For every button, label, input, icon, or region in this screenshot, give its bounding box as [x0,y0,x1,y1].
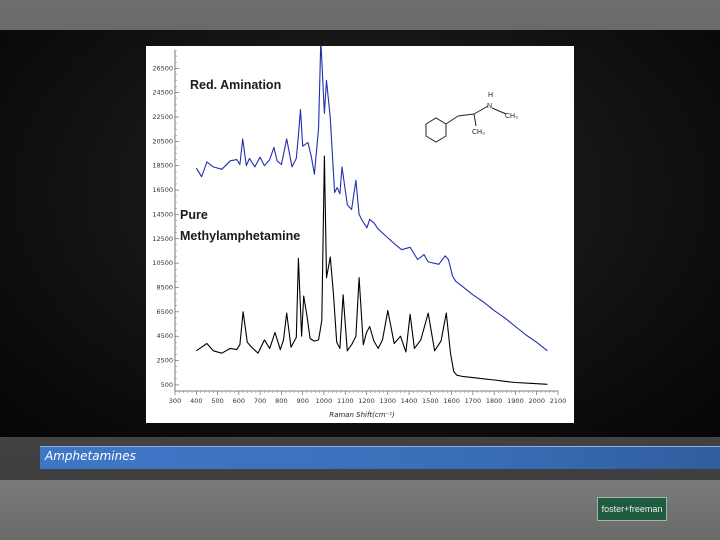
y-tick-label: 14500 [152,210,173,218]
y-tick-label: 20500 [152,137,173,145]
bond-line [491,107,507,115]
x-axis-ticks: 300 400 500 600 700 800 900 1000 1100 1200 1300 140… [169,391,566,405]
caption-bar: Amphetamines [40,446,720,469]
mol-label-ch3-right: CH₃ [505,113,518,120]
x-tick-label: 1900 [507,397,524,405]
bond-line [473,105,489,115]
y-tick-label: 28500 [152,46,173,48]
methylamphetamine-structure: H N CH₃ CH₃ [425,92,518,143]
y-tick-label: 10500 [152,259,173,267]
x-tick-label: 1200 [358,397,375,405]
company-logo: foster+freeman [597,497,667,521]
slide-caption: Amphetamines [45,449,136,463]
x-axis-label: Raman Shift(cm⁻¹) [329,411,395,419]
x-tick-label: 1800 [486,397,503,405]
y-tick-label: 12500 [152,235,173,243]
x-tick-label: 2100 [550,397,567,405]
bond-line [445,115,459,125]
y-tick-label: 22500 [152,113,173,121]
y-tick-label: 500 [161,381,173,389]
mol-label-h: H [488,92,493,99]
label-methylamphetamine: Methylamphetamine [180,229,300,243]
x-tick-label: 300 [169,397,181,405]
x-tick-label: 1600 [443,397,460,405]
x-tick-label: 800 [275,397,287,405]
x-tick-label: 1100 [337,397,354,405]
x-tick-label: 1000 [316,397,333,405]
raman-spectrum-chart: 500 2500 4500 6500 8500 10500 12500 14500 16500 1… [146,46,574,423]
y-tick-label: 18500 [152,162,173,170]
y-tick-label: 16500 [152,186,173,194]
bond-line [473,113,477,127]
y-tick-label: 2500 [156,357,173,365]
y-tick-label: 6500 [156,308,173,316]
x-tick-label: 600 [233,397,245,405]
x-tick-label: 2000 [528,397,545,405]
bond-line [457,113,475,117]
x-tick-label: 1700 [465,397,482,405]
label-pure: Pure [180,208,208,222]
y-tick-label: 8500 [156,283,173,291]
y-tick-label: 26500 [152,64,173,72]
y-tick-label: 4500 [156,332,173,340]
series-layer [195,46,548,385]
x-tick-label: 400 [190,397,202,405]
series-pure-methylamphetamine [195,155,548,385]
chart-axes [174,50,558,392]
x-tick-label: 900 [296,397,308,405]
x-tick-label: 500 [211,397,223,405]
mol-label-n: N [487,103,492,110]
mol-label-ch3-bottom: CH₃ [472,129,485,136]
label-red-amination: Red. Amination [190,78,281,92]
x-tick-label: 1400 [401,397,418,405]
y-tick-label: 24500 [152,89,173,97]
x-tick-label: 1500 [422,397,439,405]
x-tick-label: 1300 [380,397,397,405]
chart-svg: 500 2500 4500 6500 8500 10500 12500 14500 16500 1… [152,46,566,419]
benzene-ring-icon [425,117,447,143]
x-tick-label: 700 [254,397,266,405]
